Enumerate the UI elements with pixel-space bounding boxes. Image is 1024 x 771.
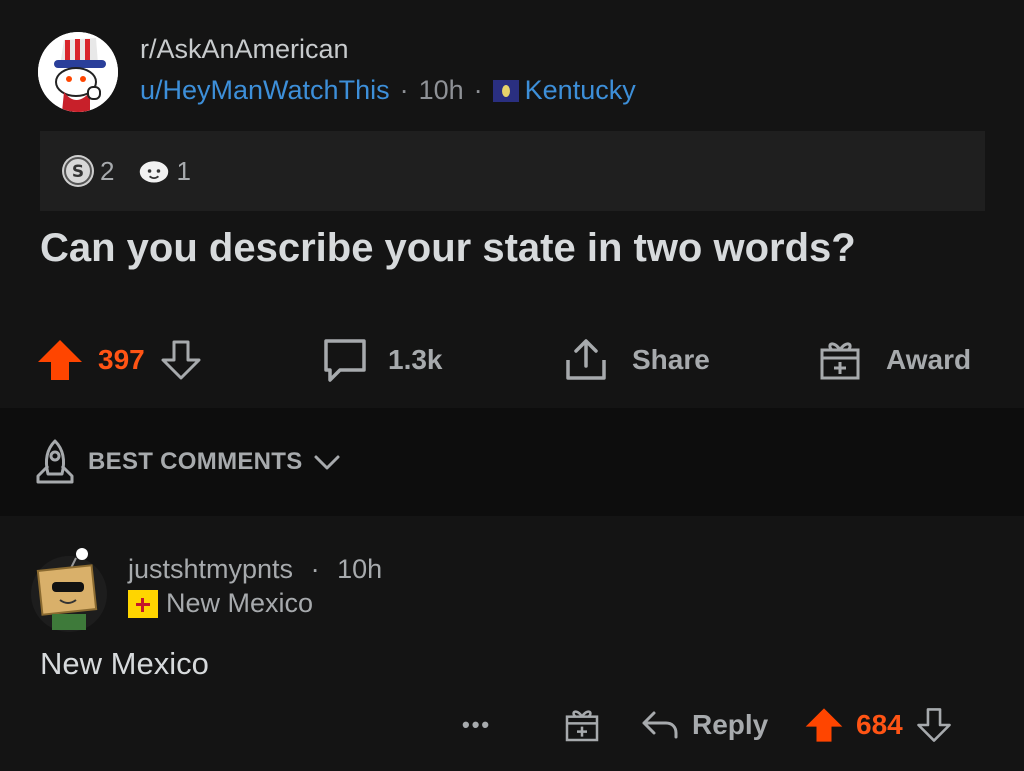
- subreddit-avatar[interactable]: [38, 32, 118, 112]
- post-vote-count: 397: [98, 344, 145, 375]
- gift-icon: [562, 705, 602, 745]
- more-options-button[interactable]: •••: [462, 700, 491, 750]
- silver-award-icon: S: [62, 155, 94, 187]
- comments-button[interactable]: 1.3k: [320, 320, 443, 400]
- sort-dropdown[interactable]: BEST COMMENTS: [32, 438, 341, 486]
- comment-vote-count: 684: [856, 709, 903, 740]
- comment-award-button[interactable]: [562, 700, 602, 750]
- share-button[interactable]: Share: [562, 320, 710, 400]
- award-count: 1: [176, 155, 191, 186]
- vote-group: 397: [36, 320, 203, 400]
- comment-bubble-icon: [320, 336, 370, 384]
- comment-vote-group: 684: [804, 700, 953, 750]
- meta-separator: ·: [399, 75, 409, 105]
- meta-separator: ·: [473, 75, 483, 105]
- uncle-sam-snoo-icon: [38, 32, 118, 112]
- new-mexico-flag-icon: [128, 589, 158, 618]
- sort-label: BEST COMMENTS: [88, 448, 303, 475]
- share-label: Share: [632, 344, 710, 375]
- downvote-icon[interactable]: [915, 706, 953, 744]
- reply-label: Reply: [692, 709, 769, 740]
- reply-button[interactable]: Reply: [640, 700, 768, 750]
- post-title[interactable]: Can you describe your state in two words…: [40, 226, 856, 271]
- box-head-snoo-icon: [31, 548, 107, 632]
- comment-actions: ••• Reply 684: [0, 700, 1024, 750]
- award-button[interactable]: Award: [816, 320, 971, 400]
- post-author-link[interactable]: u/HeyManWatchThis: [140, 75, 390, 106]
- comment-count: 1.3k: [388, 344, 443, 375]
- author-flair: Kentucky: [524, 75, 636, 105]
- meta-separator: ·: [310, 554, 320, 584]
- post-meta: u/HeyManWatchThis · 10h · Kentucky: [140, 75, 636, 106]
- comment-author-link[interactable]: justshtmypnts: [128, 554, 293, 584]
- share-icon: [562, 336, 610, 384]
- upvote-icon[interactable]: [804, 705, 844, 745]
- award-count: 2: [100, 155, 115, 186]
- post-age: 10h: [418, 75, 464, 105]
- upvote-icon[interactable]: [36, 336, 84, 384]
- commenter-flair: New Mexico: [128, 588, 313, 619]
- chevron-down-icon: [313, 452, 341, 472]
- comment-age: 10h: [337, 554, 383, 584]
- comment-author-line: justshtmypnts · 10h: [128, 554, 382, 585]
- rocket-icon: [32, 438, 78, 486]
- svg-text:S: S: [72, 162, 84, 182]
- comment: justshtmypnts · 10h New Mexico New Mexic…: [0, 516, 1024, 771]
- downvote-icon[interactable]: [159, 338, 203, 382]
- reply-arrow-icon: [640, 707, 680, 743]
- gift-icon: [816, 336, 864, 384]
- subreddit-name[interactable]: r/AskAnAmerican: [140, 34, 349, 65]
- commenter-flair-text: New Mexico: [166, 588, 314, 618]
- post-card: r/AskAnAmerican u/HeyManWatchThis · 10h …: [0, 0, 1024, 408]
- post-actions: 397 1.3k Share Award: [0, 320, 1024, 400]
- commenter-avatar[interactable]: [30, 544, 108, 634]
- wholesome-award-icon: [138, 155, 170, 187]
- comment-body: New Mexico: [40, 646, 209, 681]
- kentucky-flag-icon: [492, 79, 519, 102]
- award-label: Award: [886, 344, 972, 375]
- awards-bar[interactable]: S 2 1: [40, 131, 985, 211]
- comment-sort-bar: BEST COMMENTS: [0, 408, 1024, 516]
